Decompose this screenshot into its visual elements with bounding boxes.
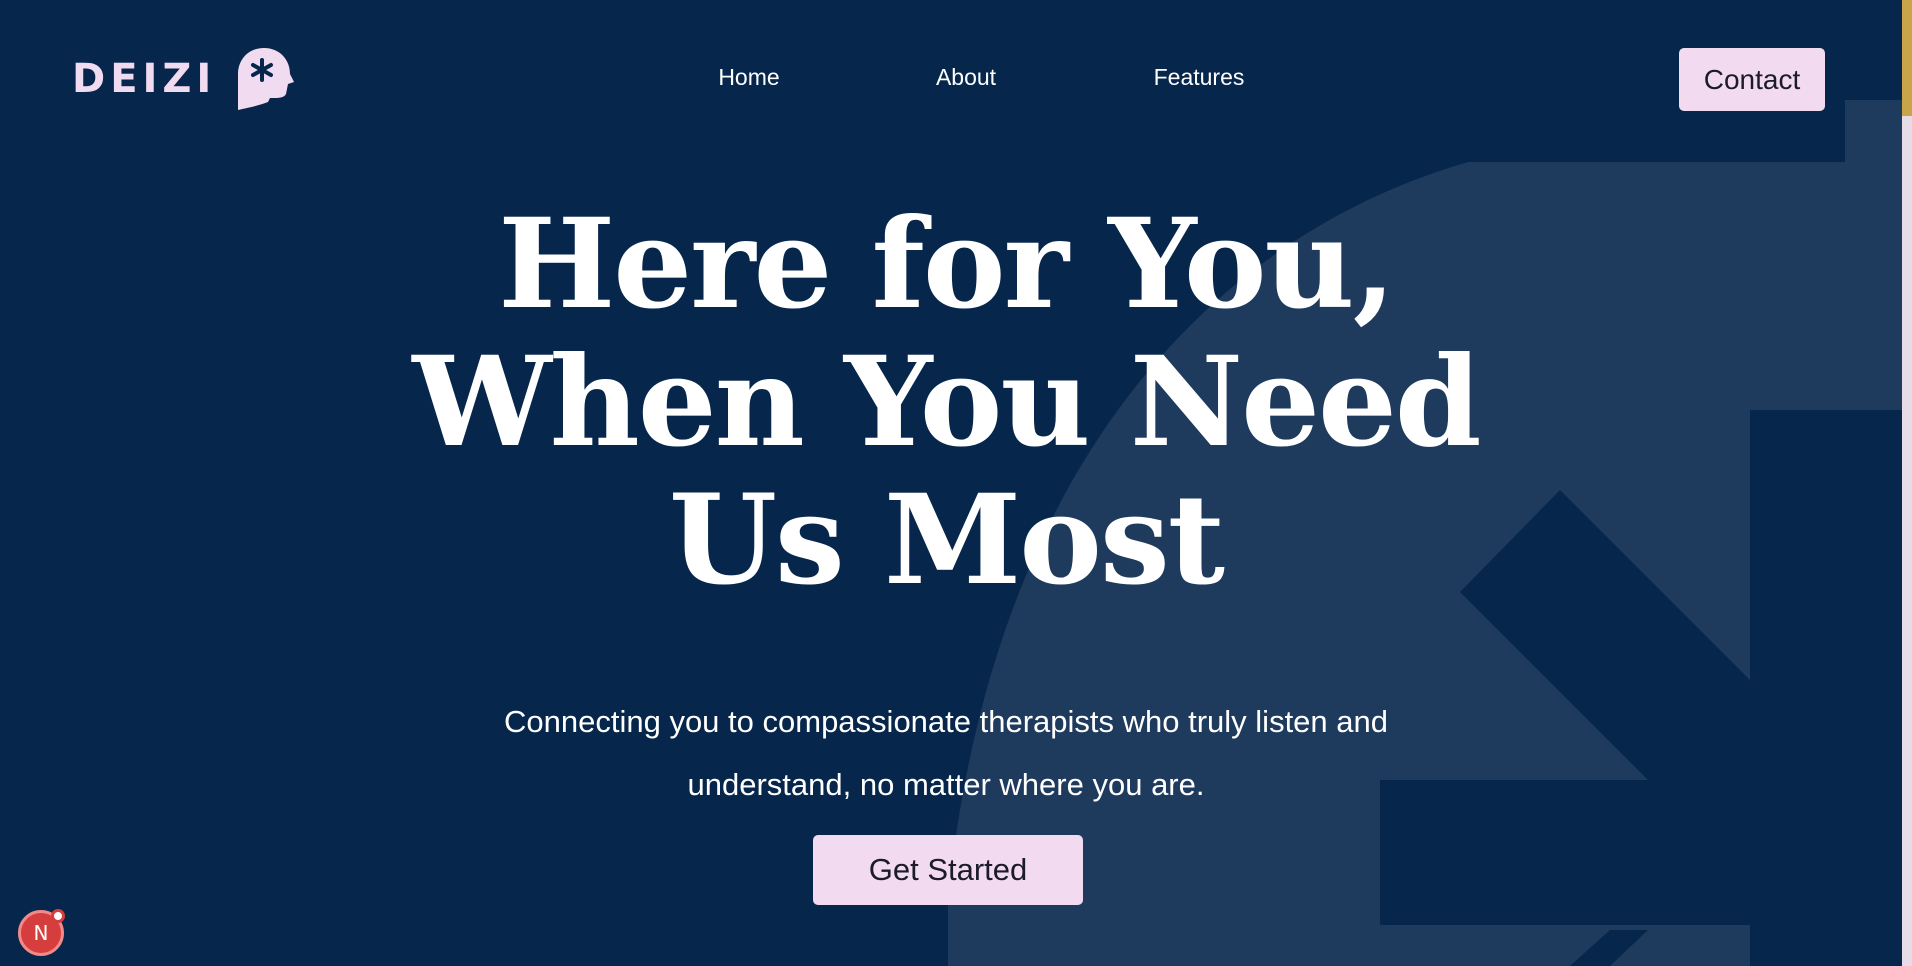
page: DEIZI Home About Features Contact Here f… (0, 0, 1902, 966)
hero-title-line-3: Us Most (668, 468, 1225, 613)
scrollbar-thumb[interactable] (1902, 0, 1912, 116)
nav-item-about[interactable]: About (936, 64, 996, 91)
hero-subtitle: Connecting you to compassionate therapis… (0, 690, 1902, 816)
nextjs-dev-icon[interactable]: N (18, 909, 65, 956)
nav-item-features[interactable]: Features (1154, 64, 1245, 91)
main-nav: Home About Features (0, 64, 1902, 96)
get-started-button[interactable]: Get Started (813, 835, 1083, 905)
page-scrollbar[interactable] (1902, 0, 1912, 966)
hero-title-line-1: Here for You, (498, 192, 1396, 337)
hero-subtitle-line-1: Connecting you to compassionate therapis… (504, 704, 1388, 739)
nav-item-home[interactable]: Home (718, 64, 779, 91)
contact-button[interactable]: Contact (1679, 48, 1825, 111)
hero-subtitle-line-2: understand, no matter where you are. (687, 767, 1205, 802)
hero-title-line-2: When You Need (412, 330, 1481, 475)
hero-title: Here for You, When You Need Us Most (0, 196, 1902, 610)
dev-badge-label: N (33, 921, 49, 945)
dev-badge-indicator (51, 909, 65, 923)
